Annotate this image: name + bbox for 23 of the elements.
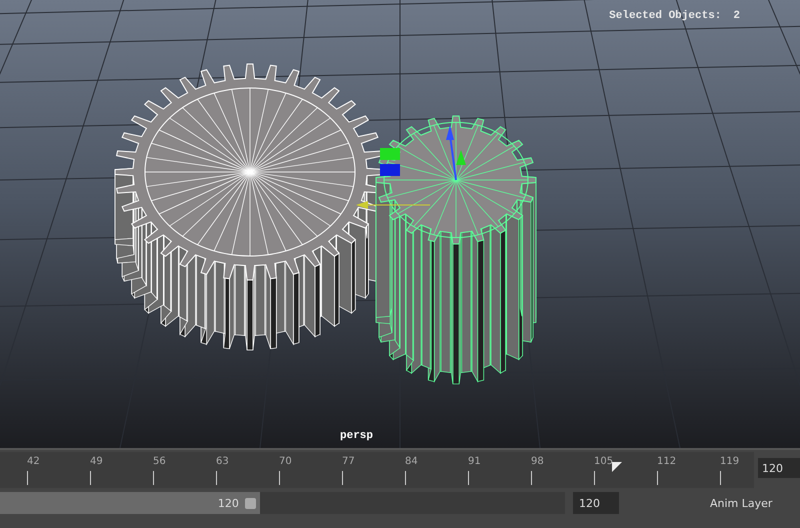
frame-number: 84 xyxy=(405,456,418,467)
range-end-label: 120 xyxy=(218,496,239,510)
frame-number: 119 xyxy=(720,456,740,467)
time-slider[interactable]: 42 49 56 63 70 77 84 91 98 105 112 119 xyxy=(0,452,754,488)
range-slider-track[interactable]: 120 xyxy=(0,492,565,514)
anim-layer-label: Anim Layer xyxy=(710,496,772,510)
range-slider-bar[interactable] xyxy=(0,492,260,514)
frame-number: 42 xyxy=(27,456,40,467)
camera-label: persp xyxy=(340,430,374,442)
frame-number: 105 xyxy=(594,456,614,467)
frame-number: 49 xyxy=(90,456,103,467)
frame-number: 77 xyxy=(342,456,355,467)
frame-number: 98 xyxy=(531,456,544,467)
move-manipulator-icon xyxy=(356,125,466,209)
range-end-field[interactable]: 120 xyxy=(573,492,619,514)
frame-number: 56 xyxy=(153,456,166,467)
hud-value: 2 xyxy=(733,10,740,22)
frame-number: 112 xyxy=(657,456,676,467)
current-frame-marker[interactable] xyxy=(612,462,622,472)
frame-number: 70 xyxy=(279,456,292,467)
frame-number: 63 xyxy=(216,456,229,467)
frame-number: 91 xyxy=(468,456,481,467)
end-frame-field[interactable]: 120 xyxy=(758,458,800,478)
